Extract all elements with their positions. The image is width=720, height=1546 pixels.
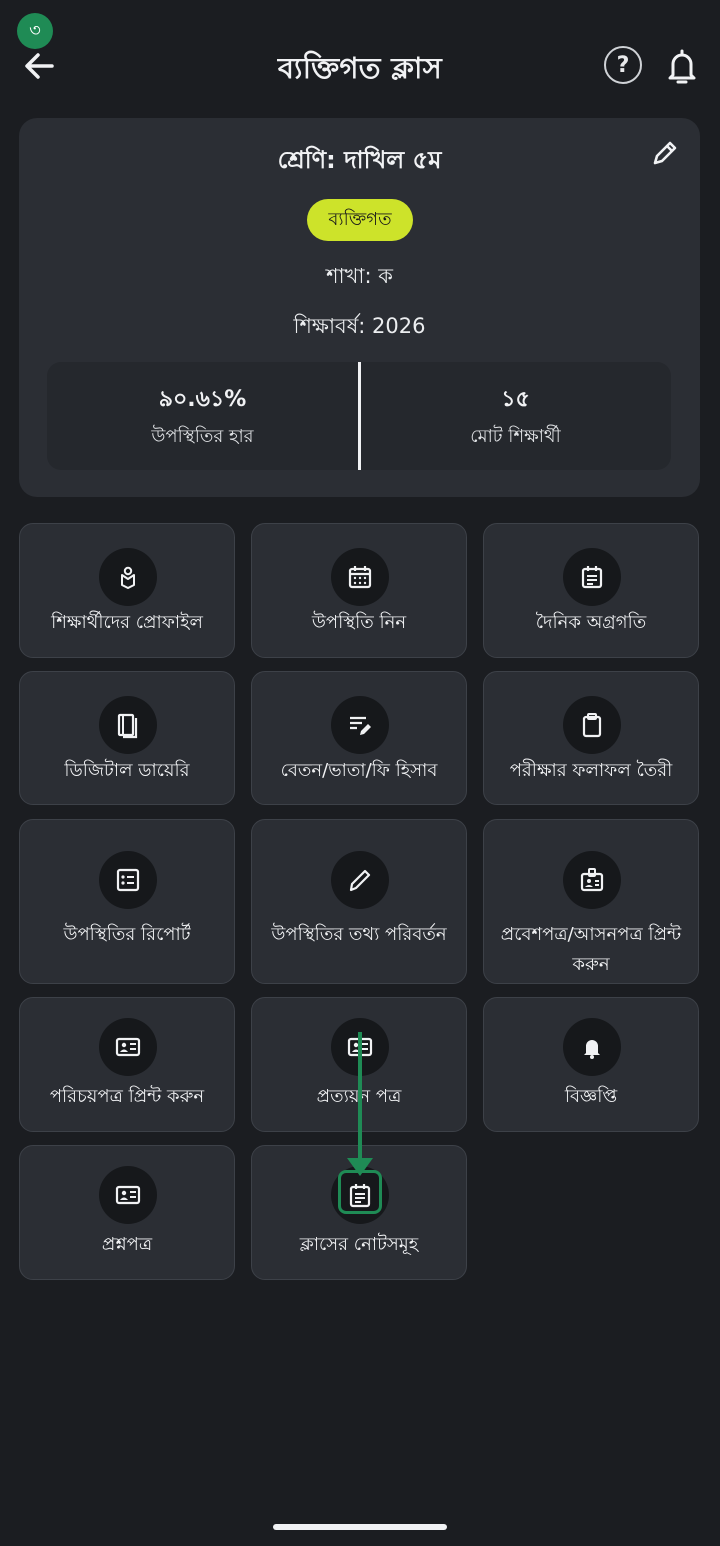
academic-year-text: শিক্ষাবর্ষ: 2026 bbox=[293, 314, 426, 338]
question-paper-icon bbox=[115, 1185, 141, 1205]
clipboard-icon bbox=[582, 713, 602, 738]
feature-tile[interactable]: পরীক্ষার ফলাফল তৈরী bbox=[483, 671, 699, 805]
tile-icon-circle bbox=[99, 696, 157, 754]
feature-tile-label: উপস্থিতি নিন bbox=[311, 612, 407, 633]
tile-icon-circle bbox=[99, 851, 157, 909]
feature-tile[interactable]: প্রশ্নপত্র bbox=[19, 1145, 235, 1280]
feature-tile-label: ক্লাসের নোটসমূহ bbox=[299, 1234, 419, 1255]
feature-tile[interactable]: উপস্থিতি নিন bbox=[251, 523, 467, 658]
total-students-stat: ১৫ মোট শিক্ষার্থী bbox=[360, 362, 671, 470]
feature-tile[interactable]: পরিচয়পত্র প্রিন্ট করুন bbox=[19, 997, 235, 1132]
tile-icon-circle bbox=[331, 548, 389, 606]
class-name: শ্রেণি: দাখিল ৫ম bbox=[277, 146, 442, 174]
class-type-badge: ব্যক্তিগত bbox=[307, 199, 413, 241]
feature-tile[interactable]: বিজ্ঞপ্তি bbox=[483, 997, 699, 1132]
tutorial-highlight bbox=[338, 1170, 382, 1214]
feature-tile[interactable]: শিক্ষার্থীদের প্রোফাইল bbox=[19, 523, 235, 658]
feature-tile-label: প্রশ্নপত্র bbox=[101, 1234, 153, 1255]
tile-icon-circle bbox=[331, 696, 389, 754]
tutorial-arrow bbox=[358, 1032, 362, 1160]
attendance-rate-stat: ৯০.৬১% উপস্থিতির হার bbox=[47, 362, 358, 470]
bell-icon bbox=[668, 49, 696, 84]
attendance-rate-value: ৯০.৬১% bbox=[158, 387, 247, 412]
notifications-button[interactable] bbox=[663, 46, 701, 86]
feature-tile[interactable]: উপস্থিতির রিপোর্ট bbox=[19, 819, 235, 984]
feature-tile[interactable]: দৈনিক অগ্রগতি bbox=[483, 523, 699, 658]
edit-class-button[interactable] bbox=[650, 138, 680, 168]
tile-icon-circle bbox=[99, 548, 157, 606]
pencil-icon bbox=[653, 141, 677, 165]
feature-tile-label: পরিচয়পত্র প্রিন্ট করুন bbox=[49, 1086, 205, 1107]
fee-edit-icon bbox=[350, 716, 371, 735]
student-profile-icon bbox=[121, 566, 135, 589]
book-icon bbox=[117, 713, 138, 739]
feature-tile-label: ডিজিটাল ডায়েরি bbox=[64, 760, 190, 781]
admit-card-icon bbox=[580, 868, 604, 892]
tile-icon-circle bbox=[99, 1166, 157, 1224]
feature-tile[interactable]: প্রবেশপত্র/আসনপত্র প্রিন্ট করুন bbox=[483, 819, 699, 984]
feature-tile-label: বিজ্ঞপ্তি bbox=[564, 1086, 618, 1107]
report-list-icon bbox=[116, 868, 140, 892]
feature-tile[interactable]: বেতন/ভাতা/ফি হিসাব bbox=[251, 671, 467, 805]
feature-tile-label: উপস্থিতির রিপোর্ট bbox=[63, 924, 191, 945]
feature-tile-label: শিক্ষার্থীদের প্রোফাইল bbox=[51, 612, 203, 633]
bell-icon bbox=[584, 1040, 600, 1059]
help-button[interactable]: ? bbox=[604, 46, 642, 84]
attendance-rate-label: উপস্থিতির হার bbox=[151, 426, 254, 447]
calendar-icon bbox=[348, 566, 372, 589]
pencil-icon bbox=[349, 869, 371, 892]
feature-tile-label: উপস্থিতির তথ্য পরিবর্তন bbox=[271, 924, 447, 945]
feature-tile-label: প্রবেশপত্র/আসনপত্র প্রিন্ট করুন bbox=[500, 924, 682, 975]
tile-icon-circle bbox=[563, 851, 621, 909]
tile-icon-circle bbox=[563, 696, 621, 754]
tile-icon-circle bbox=[99, 1018, 157, 1076]
tile-icon-circle bbox=[563, 548, 621, 606]
id-card-icon bbox=[115, 1037, 141, 1057]
total-students-label: মোট শিক্ষার্থী bbox=[470, 426, 561, 447]
help-icon: ? bbox=[616, 52, 630, 78]
daily-progress-icon bbox=[581, 566, 603, 589]
section-text: শাখা: ক bbox=[326, 264, 393, 288]
total-students-value: ১৫ bbox=[501, 387, 530, 412]
feature-tile-label: পরীক্ষার ফলাফল তৈরী bbox=[509, 760, 673, 781]
feature-tile-label: বেতন/ভাতা/ফি হিসাব bbox=[280, 760, 438, 781]
feature-tile[interactable]: উপস্থিতির তথ্য পরিবর্তন bbox=[251, 819, 467, 984]
home-indicator[interactable] bbox=[273, 1524, 447, 1530]
tile-icon-circle bbox=[563, 1018, 621, 1076]
feature-tile-label: দৈনিক অগ্রগতি bbox=[535, 612, 647, 633]
feature-tile[interactable]: ডিজিটাল ডায়েরি bbox=[19, 671, 235, 805]
class-info-card: শ্রেণি: দাখিল ৫ম ব্যক্তিগত শাখা: ক শিক্ষ… bbox=[19, 118, 700, 497]
top-app-bar: ব্যক্তিগত ক্লাস ? bbox=[0, 0, 720, 130]
tile-icon-circle bbox=[331, 851, 389, 909]
class-stats: ৯০.৬১% উপস্থিতির হার ১৫ মোট শিক্ষার্থী bbox=[47, 362, 671, 470]
